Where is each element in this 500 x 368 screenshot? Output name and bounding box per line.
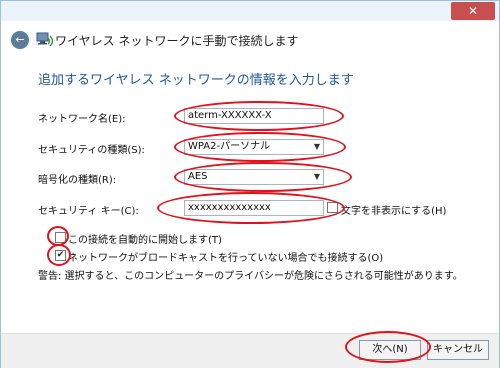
close-button[interactable]: ✕ [451, 2, 495, 20]
security-key-value: xxxxxxxxxxxxxx [188, 202, 271, 213]
network-name-label: ネットワーク名(E): [38, 114, 126, 125]
network-name-value: aterm-XXXXXX-X [188, 110, 272, 121]
chevron-down-icon: ▼ [313, 172, 320, 181]
chevron-down-icon: ▼ [313, 142, 320, 151]
encryption-type-select[interactable]: AES ▼ [184, 169, 324, 185]
connect-hidden-label: ネットワークがブロードキャストを行っていない場合でも接続する(O) [68, 253, 384, 264]
page-subtitle: 追加するワイヤレス ネットワークの情報を入力します [38, 73, 354, 88]
title-bar: ✕ [1, 1, 499, 21]
network-icon [36, 32, 54, 47]
encryption-type-label: 暗号化の種類(R): [38, 175, 117, 186]
wizard-header: ← ワイヤレス ネットワークに手動で接続します [1, 21, 499, 59]
security-type-label: セキュリティの種類(S): [38, 145, 145, 156]
cancel-button[interactable]: キャンセル [427, 340, 489, 360]
security-key-label: セキュリティ キー(C): [38, 206, 139, 217]
wizard-title: ワイヤレス ネットワークに手動で接続します [55, 34, 299, 48]
hide-characters-label: 文字を非表示にする(H) [341, 206, 447, 217]
auto-connect-label: この接続を自動的に開始します(T) [68, 235, 222, 246]
connect-hidden-checkbox[interactable]: ✔ [55, 250, 66, 261]
button-bar: 次へ(N) キャンセル [1, 333, 499, 368]
security-type-select[interactable]: WPA2-パーソナル ▼ [184, 139, 324, 155]
privacy-warning: 警告: 選択すると、このコンピューターのプライバシーが危険にさらされる可能性があ… [38, 271, 463, 282]
back-button[interactable]: ← [11, 31, 29, 49]
encryption-type-value: AES [188, 171, 208, 182]
security-type-value: WPA2-パーソナル [188, 141, 271, 152]
auto-connect-checkbox[interactable] [55, 232, 66, 243]
network-name-input[interactable]: aterm-XXXXXX-X [184, 108, 324, 124]
hide-characters-checkbox[interactable] [327, 202, 338, 213]
next-button[interactable]: 次へ(N) [359, 340, 421, 360]
security-key-input[interactable]: xxxxxxxxxxxxxx [184, 200, 324, 216]
wizard-window: ✕ ← ワイヤレス ネットワークに手動で接続します 追加するワイヤレス ネットワ… [0, 0, 500, 368]
